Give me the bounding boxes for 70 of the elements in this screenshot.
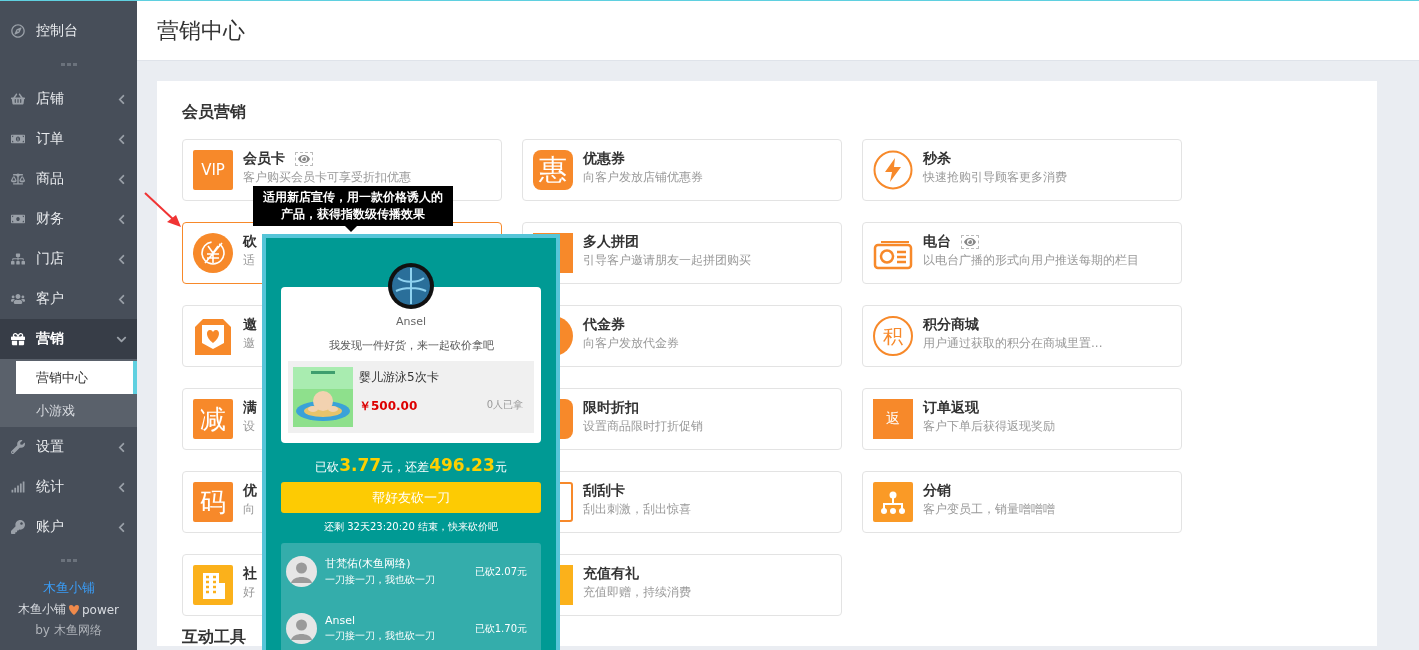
card-description: 向客户发放代金券 [583, 335, 679, 352]
nav-label: 统计 [36, 478, 65, 496]
card-title: 满 [243, 399, 257, 417]
card-description: 刮出刺激，刮出惊喜 [583, 501, 691, 518]
card-title: 积分商城 [923, 316, 979, 334]
card-title: 砍 [243, 233, 257, 251]
card-title: 会员卡 [243, 150, 285, 168]
product-price: ￥500.00 [359, 398, 418, 415]
card-description: 快速抢购引导顾客更多消费 [923, 169, 1067, 186]
helper-name: 甘梵佑(木鱼网络) [325, 556, 412, 571]
card-title: 优 [243, 482, 257, 500]
nav-label: 店铺 [36, 90, 65, 108]
card-description: 客户购买会员卡可享受折扣优惠 [243, 169, 411, 186]
badge-icon: 返 [873, 399, 913, 439]
nav-label: 财务 [36, 210, 65, 228]
card-description: 以电台广播的形式向用户推送每期的栏目 [923, 252, 1139, 269]
nav-label: 客户 [36, 290, 65, 308]
helper-name: Ansel [325, 614, 357, 627]
helper-message: 一刀接一刀，我也砍一刀 [325, 629, 436, 643]
card-description: 适 [243, 252, 256, 269]
nav-label: 营销 [36, 330, 65, 348]
card-title: 优惠券 [583, 150, 625, 168]
section-title: 互动工具 [182, 628, 246, 646]
card-description: 引导客户邀请朋友一起拼团购买 [583, 252, 751, 269]
card-title: 限时折扣 [583, 399, 639, 417]
badge-icon: VIP [193, 150, 233, 190]
card-title: 社 [243, 565, 257, 583]
nav-label: 门店 [36, 250, 65, 268]
card-title: 多人拼团 [583, 233, 639, 251]
tooltip: 适用新店宣传，用一款价格诱人的产品，获得指数级传播效果 [253, 186, 453, 226]
card-title: 代金券 [583, 316, 625, 334]
product-name: 婴儿游泳5次卡 [359, 369, 440, 386]
nav-label: 商品 [36, 170, 65, 188]
card-title: 订单返现 [923, 399, 979, 417]
nav-label: 账户 [36, 518, 65, 536]
share-message: 我发现一件好货，来一起砍价拿吧 [328, 338, 494, 353]
card-title: 邀 [243, 316, 257, 334]
user-name: Ansel [395, 315, 427, 328]
section-title: 会员营销 [182, 103, 246, 121]
card-description: 设 [243, 418, 256, 435]
footer-text: power [81, 602, 120, 617]
bargain-summary: 已砍3.77元，还差496.23元 [314, 455, 508, 476]
helper-amount: 已砍1.70元 [474, 621, 527, 636]
card-description: 充值即赠，持续消费 [583, 584, 691, 601]
card-title: 刮刮卡 [583, 482, 625, 500]
badge-icon: 惠 [533, 150, 573, 190]
taken-count: 0人已拿 [486, 398, 523, 412]
countdown-text: 还剩 32天23:20:20 结束，快来砍价吧 [323, 520, 499, 534]
helper-message: 一刀接一刀，我也砍一刀 [325, 573, 436, 587]
nav-label: 订单 [36, 130, 65, 148]
card-title: 秒杀 [923, 150, 951, 168]
card-description: 设置商品限时打折促销 [583, 418, 703, 435]
nav-label: 设置 [36, 438, 65, 456]
badge-icon: 码 [193, 482, 233, 522]
card-description: 客户下单后获得返现奖励 [923, 418, 1055, 435]
card-description: 好 [243, 584, 256, 601]
card-description: 向客户发放店铺优惠券 [583, 169, 703, 186]
badge-icon: 减 [193, 399, 233, 439]
card-title: 电台 [923, 233, 951, 251]
card-description: 向 [243, 501, 256, 518]
page-title: 营销中心 [157, 16, 245, 45]
card-description: 客户变员工，销量噌噌噌 [923, 501, 1055, 518]
footer-text: 木鱼小铺 [17, 601, 66, 618]
nav-label: 控制台 [36, 22, 79, 40]
card-title: 充值有礼 [583, 565, 639, 583]
card-title: 分销 [923, 482, 951, 500]
ring-icon: 积 [873, 316, 913, 356]
credit-text: by 木鱼网络 [35, 622, 102, 639]
card-description: 邀 [243, 335, 256, 352]
card-description: 用户通过获取的积分在商城里置... [923, 335, 1103, 352]
